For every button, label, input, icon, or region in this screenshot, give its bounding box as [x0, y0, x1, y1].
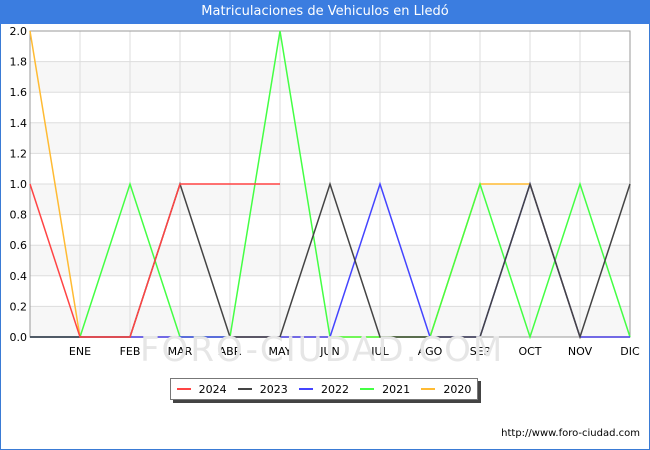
legend-item-2022: 2022: [298, 382, 349, 396]
x-tick-label: DIC: [620, 345, 640, 358]
y-tick-label: 1.0: [10, 178, 28, 191]
y-tick-label: 0.4: [10, 270, 28, 283]
legend-item-2020: 2020: [421, 383, 471, 396]
legend-swatch: [237, 388, 252, 390]
legend-swatch: [176, 388, 191, 390]
legend-item-2023: 2023: [237, 382, 288, 396]
x-tick-label: FEB: [120, 345, 141, 358]
y-tick-label: 1.4: [10, 117, 28, 130]
y-tick-label: 1.8: [10, 56, 28, 69]
source-url: http://www.foro-ciudad.com: [501, 428, 640, 439]
y-tick-label: 1.2: [10, 147, 28, 160]
y-tick-label: 0.2: [10, 300, 28, 313]
y-tick-label: 2.0: [10, 25, 28, 38]
legend-item-2024: 2024: [176, 382, 227, 396]
legend-item-2021: 2021: [360, 383, 410, 396]
legend-swatch: [360, 388, 375, 390]
y-tick-label: 0.0: [10, 331, 28, 344]
legend-label: 2022: [320, 382, 349, 396]
legend-label: 2020: [443, 382, 472, 396]
legend-label: 2023: [259, 382, 288, 396]
x-tick-label: ENE: [69, 345, 91, 358]
y-tick-label: 1.6: [10, 86, 28, 99]
x-tick-label: OCT: [518, 345, 541, 358]
legend-label: 2021: [382, 382, 411, 396]
legend-swatch: [298, 388, 313, 390]
chart-legend: 2024 2023 2022 2021 2020: [170, 378, 478, 400]
watermark: FORO-CIUDAD.COM: [140, 330, 505, 370]
legend-swatch: [421, 388, 436, 390]
y-tick-label: 0.6: [10, 239, 28, 252]
y-tick-label: 0.8: [10, 209, 28, 222]
legend-label: 2024: [198, 382, 227, 396]
x-tick-label: NOV: [568, 345, 593, 358]
